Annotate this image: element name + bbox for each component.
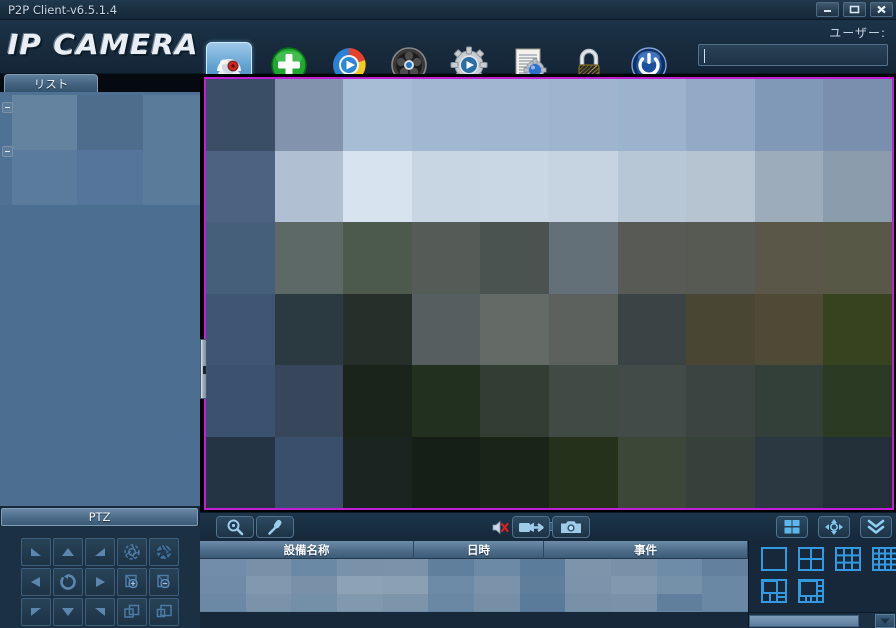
ptz-focus-near-button[interactable] <box>117 568 147 596</box>
ptz-control-toggle-button[interactable] <box>818 516 850 538</box>
rotate-icon <box>60 574 76 590</box>
digital-zoom-button[interactable] <box>216 516 254 538</box>
zoom-in-frames-icon <box>124 604 140 618</box>
ptz-pan-up-left-button[interactable] <box>21 538 51 566</box>
section-ptz[interactable]: PTZ <box>1 508 198 526</box>
maximize-button[interactable] <box>843 2 866 17</box>
column-header-datetime[interactable]: 日時 <box>414 541 544 559</box>
ptz-zoom-out-button[interactable] <box>149 598 179 626</box>
ptz-iris-open-button[interactable] <box>117 538 147 566</box>
arrow-down-left-icon <box>31 608 41 616</box>
focus-minus-icon <box>157 574 170 589</box>
header-bar: IP CAMERA ユーザー: <box>0 20 896 88</box>
layout-options <box>759 546 896 606</box>
mute-indicator[interactable] <box>492 520 509 538</box>
column-header-event[interactable]: 事件 <box>544 541 748 559</box>
collapse-panel-button[interactable] <box>860 516 892 538</box>
ptz-dpad-icon <box>825 519 843 535</box>
layout-9-button[interactable] <box>833 546 863 572</box>
window-title: P2P Client-v6.5.1.4 <box>8 3 118 17</box>
left-panel: リスト PTZ <box>0 74 200 628</box>
ptz-control-body <box>0 526 200 628</box>
device-tree-content <box>0 92 200 506</box>
column-header-device[interactable]: 設備名称 <box>200 541 414 559</box>
device-tree[interactable] <box>0 92 200 506</box>
layout-16-button[interactable] <box>870 546 896 572</box>
ptz-direction-pad <box>21 538 115 626</box>
title-bar: P2P Client-v6.5.1.4 <box>0 0 896 20</box>
event-table-header: 設備名称 日時 事件 <box>200 541 748 559</box>
sidebar-tabstrip: リスト <box>0 74 200 92</box>
window-controls <box>816 2 893 17</box>
ptz-focus-far-button[interactable] <box>149 568 179 596</box>
ptz-pan-right-button[interactable] <box>85 568 115 596</box>
tree-expander-root[interactable] <box>2 102 13 113</box>
ptz-pan-down-right-button[interactable] <box>85 598 115 626</box>
chevron-double-down-icon <box>867 519 885 534</box>
scrollbar-thumb[interactable] <box>749 615 859 627</box>
ptz-pan-left-button[interactable] <box>21 568 51 596</box>
arrow-up-right-icon <box>95 548 105 556</box>
video-channel-selected[interactable] <box>204 77 894 510</box>
video-record-icon <box>519 522 544 532</box>
text-caret <box>704 49 705 63</box>
arrow-up-left-icon <box>31 548 41 556</box>
panel-splitter[interactable] <box>200 339 207 399</box>
ptz-iris-close-button[interactable] <box>149 538 179 566</box>
arrow-down-icon <box>62 608 74 616</box>
video-stream <box>206 79 892 508</box>
ptz-pan-up-button[interactable] <box>53 538 83 566</box>
layout-chooser-panel <box>748 541 896 628</box>
photo-camera-icon <box>561 521 581 533</box>
arrow-up-icon <box>62 548 74 556</box>
tree-expander-group[interactable] <box>2 146 13 157</box>
video-bottom-toolbar <box>200 512 896 541</box>
user-label: ユーザー: <box>829 26 886 40</box>
app-brand-title: IP CAMERA <box>7 28 199 61</box>
speaker-muted-icon <box>492 520 509 535</box>
ptz-lens-pad <box>117 538 179 626</box>
iris-open-icon <box>124 544 140 560</box>
close-button[interactable] <box>870 2 893 17</box>
table-footer-strip <box>200 612 748 628</box>
application-window: P2P Client-v6.5.1.4 IP CAMERA ユーザー: リスト … <box>0 0 896 628</box>
user-input[interactable] <box>698 44 888 66</box>
tab-list[interactable]: リスト <box>4 74 98 92</box>
magnifier-icon <box>227 519 244 536</box>
ptz-auto-scan-button[interactable] <box>53 568 83 596</box>
manual-record-button[interactable] <box>512 516 550 538</box>
layout-1-button[interactable] <box>759 546 789 572</box>
ptz-zoom-in-button[interactable] <box>117 598 147 626</box>
arrow-down-icon <box>880 618 890 624</box>
zoom-out-frames-icon <box>156 604 172 618</box>
microphone-icon <box>268 519 282 535</box>
layout-6-button[interactable] <box>759 578 789 604</box>
talk-button[interactable] <box>256 516 294 538</box>
layout-4-button[interactable] <box>796 546 826 572</box>
iris-close-icon <box>156 544 172 559</box>
split-view-button[interactable] <box>776 516 808 538</box>
layout-horizontal-scrollbar[interactable] <box>749 612 896 628</box>
grid-four-icon <box>784 520 800 534</box>
minimize-button[interactable] <box>816 2 839 17</box>
arrow-left-icon <box>31 577 40 587</box>
ptz-pan-up-right-button[interactable] <box>85 538 115 566</box>
focus-plus-icon <box>125 574 138 589</box>
arrow-right-icon <box>96 577 105 587</box>
snapshot-button[interactable] <box>552 516 590 538</box>
arrow-down-right-icon <box>95 608 105 616</box>
scroll-down-arrow-button[interactable] <box>875 614 895 628</box>
ptz-pan-down-button[interactable] <box>53 598 83 626</box>
video-area <box>200 74 896 512</box>
user-area: ユーザー: <box>692 24 888 66</box>
ptz-pan-down-left-button[interactable] <box>21 598 51 626</box>
layout-8-button[interactable] <box>796 578 826 604</box>
